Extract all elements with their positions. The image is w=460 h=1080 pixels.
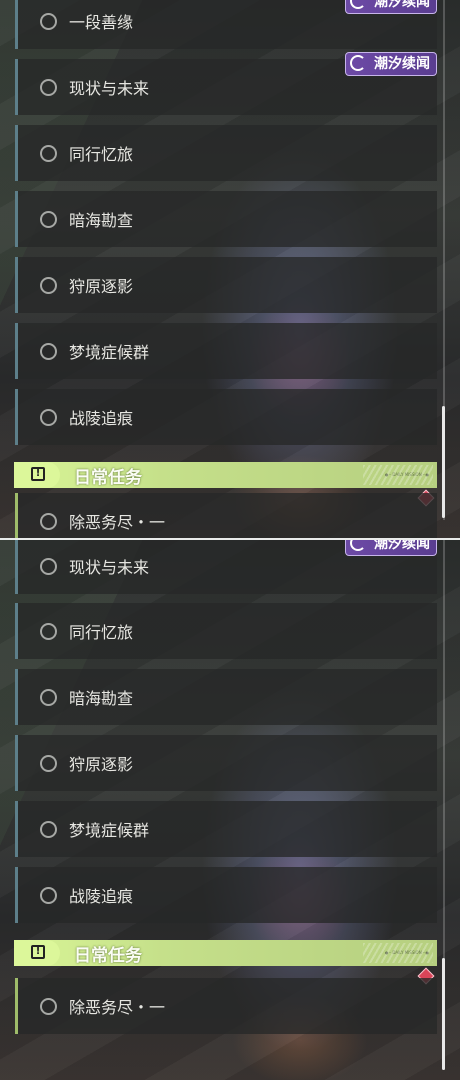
quest-label: 除恶务尽・一 xyxy=(69,998,166,1017)
quest-status-icon xyxy=(40,13,57,30)
quest-status-icon xyxy=(40,513,57,530)
quest-label: 暗海勘查 xyxy=(69,211,134,230)
quest-item[interactable]: 同行忆旅 xyxy=(15,603,437,659)
event-tag-label: 潮汐续闻 xyxy=(374,540,430,552)
section-title: 日常任务 xyxy=(74,946,142,966)
quest-item[interactable]: 同行忆旅 xyxy=(15,125,437,181)
quest-item[interactable]: 梦境症候群 xyxy=(15,801,437,857)
quest-status-icon xyxy=(40,689,57,706)
quest-label: 暗海勘查 xyxy=(69,689,134,708)
quest-label: 狩原逐影 xyxy=(69,277,134,296)
quest-list-screen-top: 一段善缘 现状与未来 同行忆旅 暗海勘查 狩原逐影 梦境症候群 战陵追痕 ! 日… xyxy=(0,0,460,540)
event-tag[interactable]: 潮汐续闻 xyxy=(345,52,437,76)
quest-status-icon xyxy=(40,755,57,772)
quest-status-icon xyxy=(40,343,57,360)
quest-label: 除恶务尽・一 xyxy=(69,513,166,532)
daily-missions-header[interactable]: ! 日常任务 ●·· DAILY MISSION ··● xyxy=(14,940,437,966)
daily-quest-item[interactable]: 除恶务尽・一 xyxy=(15,978,437,1034)
section-decoration-text: ●·· DAILY MISSION ··● xyxy=(385,950,429,955)
event-tag-partial[interactable]: 潮汐续闻 xyxy=(345,540,437,556)
quest-item[interactable]: 狩原逐影 xyxy=(15,735,437,791)
section-decoration-text: ●·· DAILY MISSION ··● xyxy=(385,472,429,477)
quest-item[interactable]: 暗海勘查 xyxy=(15,191,437,247)
quest-label: 战陵追痕 xyxy=(69,887,134,906)
quest-item[interactable]: 暗海勘查 xyxy=(15,669,437,725)
event-tag-partial[interactable]: 潮汐续闻 xyxy=(345,0,437,14)
quest-status-icon xyxy=(40,277,57,294)
quest-label: 战陵追痕 xyxy=(69,409,134,428)
tide-swirl-icon xyxy=(350,55,366,71)
tide-swirl-icon xyxy=(350,0,366,9)
quest-item[interactable]: 战陵追痕 xyxy=(15,867,437,923)
quest-status-icon xyxy=(40,558,57,575)
quest-label: 现状与未来 xyxy=(69,558,150,577)
quest-status-icon xyxy=(40,145,57,162)
quest-status-icon xyxy=(40,623,57,640)
daily-quest-item[interactable]: 除恶务尽・一 xyxy=(15,493,437,540)
quest-label: 狩原逐影 xyxy=(69,755,134,774)
quest-label: 梦境症候群 xyxy=(69,343,150,362)
quest-status-icon xyxy=(40,79,57,96)
quest-label: 同行忆旅 xyxy=(69,145,134,164)
scrollbar-thumb[interactable] xyxy=(442,406,445,518)
quest-list-screen-bottom: 现状与未来 同行忆旅 暗海勘查 狩原逐影 梦境症候群 战陵追痕 ! 日常任务 ●… xyxy=(0,540,460,1080)
tide-swirl-icon xyxy=(350,540,366,551)
quest-label: 同行忆旅 xyxy=(69,623,134,642)
daily-missions-header[interactable]: ! 日常任务 ●·· DAILY MISSION ··● xyxy=(14,462,437,488)
exclamation-icon: ! xyxy=(31,467,45,481)
quest-label: 现状与未来 xyxy=(69,79,150,98)
quest-status-icon xyxy=(40,409,57,426)
quest-item[interactable]: 战陵追痕 xyxy=(15,389,437,445)
quest-status-icon xyxy=(40,211,57,228)
event-tag-label: 潮汐续闻 xyxy=(374,0,430,10)
quest-status-icon xyxy=(40,998,57,1015)
section-title: 日常任务 xyxy=(74,468,142,488)
quest-item[interactable]: 狩原逐影 xyxy=(15,257,437,313)
quest-item[interactable]: 梦境症候群 xyxy=(15,323,437,379)
event-tag-label: 潮汐续闻 xyxy=(374,56,430,72)
scrollbar-thumb[interactable] xyxy=(442,958,445,1070)
quest-status-icon xyxy=(40,887,57,904)
exclamation-icon: ! xyxy=(31,945,45,959)
quest-label: 一段善缘 xyxy=(69,13,134,32)
quest-status-icon xyxy=(40,821,57,838)
quest-label: 梦境症候群 xyxy=(69,821,150,840)
